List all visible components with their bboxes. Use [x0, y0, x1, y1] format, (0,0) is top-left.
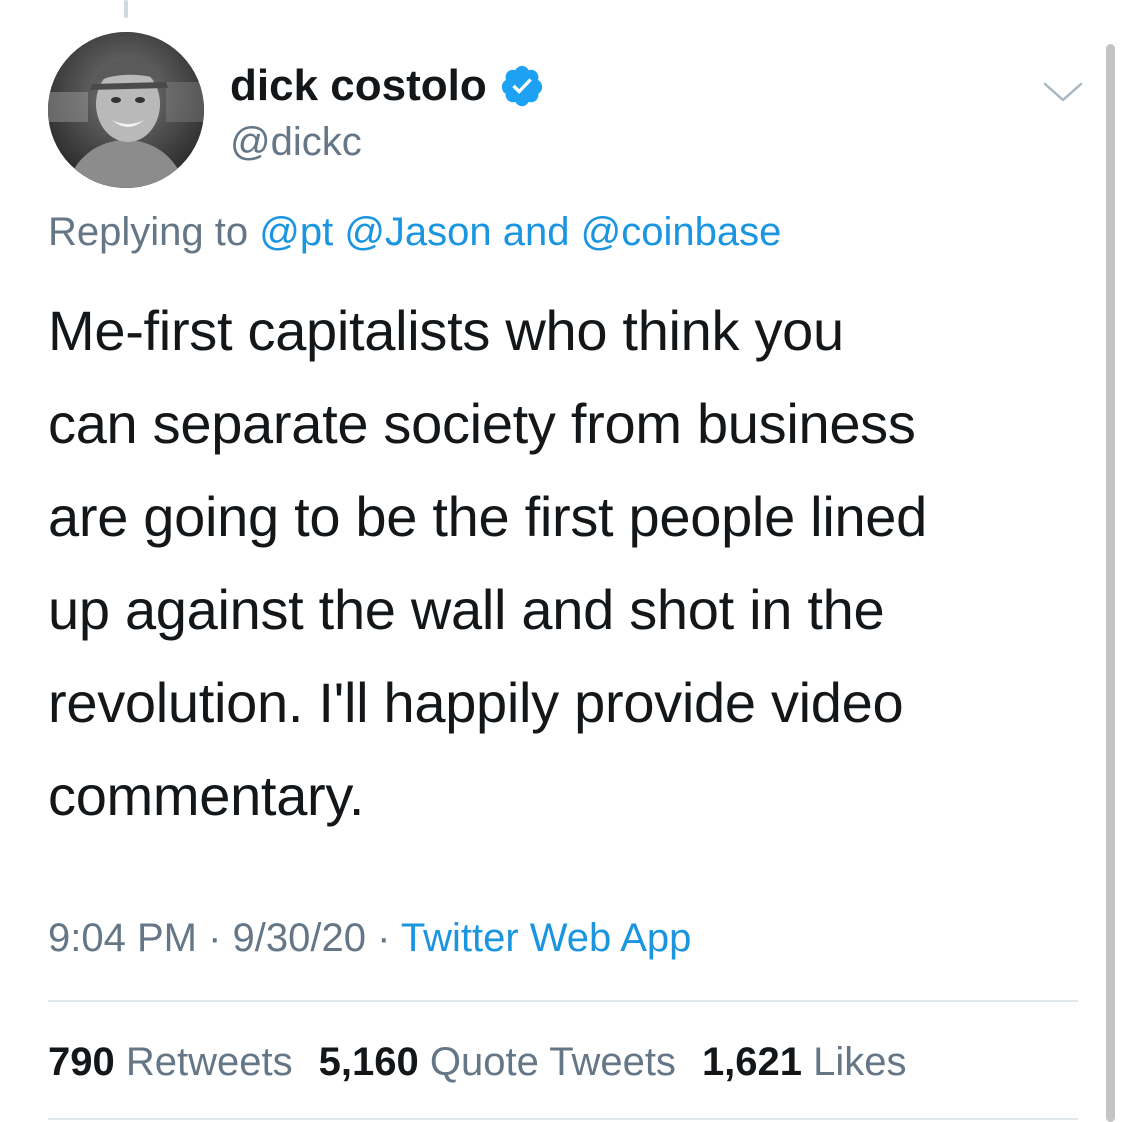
- replying-to-line: Replying to @pt @Jason and @coinbase: [48, 208, 781, 256]
- replying-to-label: Replying to: [48, 210, 260, 254]
- tweet-body: Me-first capitalists who think you can s…: [48, 284, 1088, 842]
- scrollbar[interactable]: [1106, 44, 1115, 1122]
- tweet-text-line: commentary.: [48, 764, 365, 827]
- likes-count: 1,621: [701, 1040, 803, 1084]
- tweet-text-line: are going to be the first people lined: [48, 485, 927, 548]
- author-handle[interactable]: @dickc: [230, 118, 362, 166]
- retweets-label: Retweets: [125, 1040, 293, 1084]
- verified-badge-icon: [501, 65, 542, 107]
- quote-tweets-stat[interactable]: 5,160 Quote Tweets: [319, 1036, 676, 1088]
- author-name-row[interactable]: dick costolo: [230, 60, 545, 112]
- likes-stat[interactable]: 1,621 Likes: [702, 1036, 907, 1088]
- tweet-text-line: revolution. I'll happily provide video: [48, 671, 904, 734]
- chevron-down-icon: [1043, 82, 1083, 102]
- thread-connector-line: [124, 0, 128, 18]
- tweet-detail-page: dick costolo @dickc Replying to @pt @Jas…: [0, 0, 1125, 1122]
- tweet-source-link[interactable]: Twitter Web App: [401, 916, 692, 960]
- more-options-button[interactable]: [1038, 72, 1088, 112]
- mention-link-coinbase[interactable]: @coinbase: [581, 210, 782, 254]
- tweet-text-line: can separate society from business: [48, 392, 916, 455]
- mention-link-jason[interactable]: @Jason: [344, 210, 491, 254]
- quote-tweets-label: Quote Tweets: [429, 1040, 676, 1084]
- divider: [48, 1118, 1078, 1120]
- mention-and-connector[interactable]: and: [492, 210, 581, 254]
- display-name[interactable]: dick costolo: [230, 60, 487, 112]
- meta-separator: ·: [377, 916, 391, 960]
- mention-link-pt[interactable]: @pt: [259, 210, 333, 254]
- retweets-stat[interactable]: 790 Retweets: [48, 1036, 293, 1088]
- tweet-date[interactable]: 9/30/20: [233, 916, 366, 960]
- avatar[interactable]: [48, 32, 204, 188]
- tweet-time[interactable]: 9:04 PM: [48, 916, 197, 960]
- quote-tweets-count: 5,160: [318, 1040, 419, 1084]
- retweets-count: 790: [48, 1040, 115, 1084]
- engagement-stats: 790 Retweets 5,160 Quote Tweets 1,621 Like…: [48, 1036, 933, 1088]
- divider: [48, 1000, 1078, 1002]
- avatar-image: [48, 32, 204, 188]
- likes-label: Likes: [813, 1040, 907, 1084]
- tweet-metadata: 9:04 PM · 9/30/20 · Twitter Web App: [48, 914, 691, 962]
- tweet-text-line: Me-first capitalists who think you: [48, 299, 844, 362]
- meta-separator: ·: [208, 916, 222, 960]
- tweet-header: dick costolo @dickc: [48, 32, 1088, 192]
- tweet-text-line: up against the wall and shot in the: [48, 578, 885, 641]
